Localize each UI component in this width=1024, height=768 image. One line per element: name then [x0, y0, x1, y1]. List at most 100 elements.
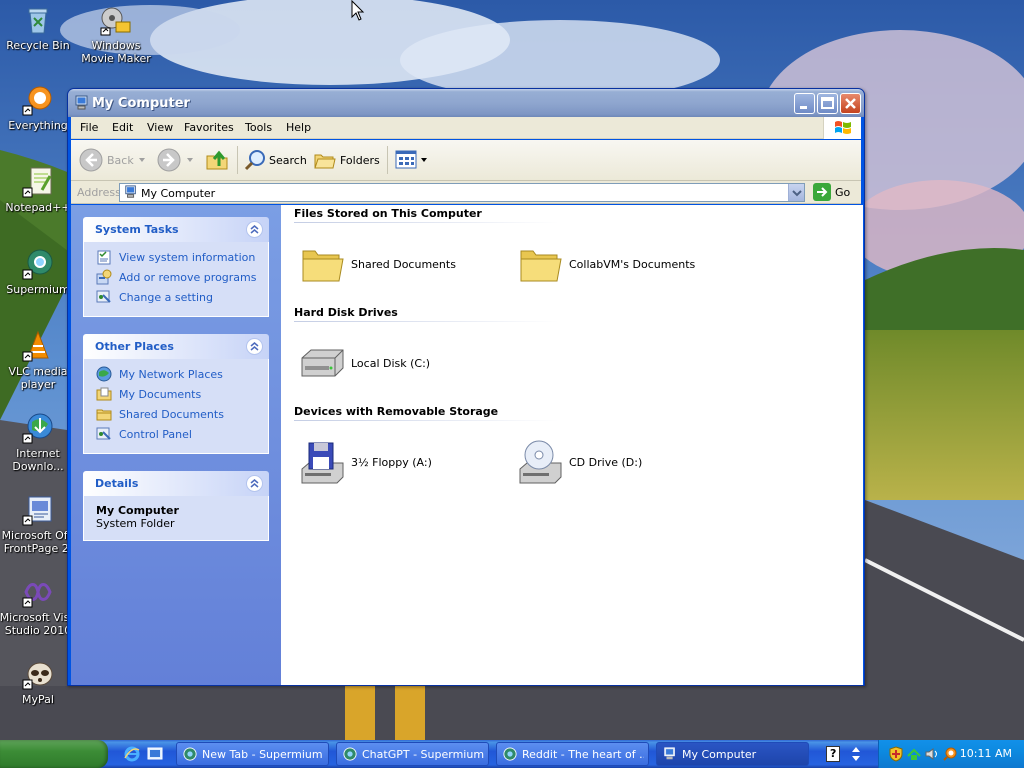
- group-divider: [294, 222, 559, 223]
- frontpage-icon: [22, 494, 54, 526]
- hard-disk-icon: [301, 349, 344, 377]
- menu-tools[interactable]: Tools: [245, 121, 272, 134]
- movie-maker-icon: [100, 4, 132, 36]
- item-cd-drive-d[interactable]: CD Drive (D:): [517, 439, 717, 487]
- other-places-panel: Other Places My Network Places My Docume…: [83, 334, 269, 454]
- item-shared-documents[interactable]: Shared Documents: [299, 241, 499, 289]
- collapse-button[interactable]: [246, 338, 263, 355]
- taskbar-item-my-computer[interactable]: My Computer: [656, 742, 809, 766]
- item-collabvms-documents[interactable]: CollabVM's Documents: [517, 241, 717, 289]
- group-divider: [294, 321, 559, 322]
- place-my-network-places[interactable]: My Network Places: [96, 365, 268, 385]
- supermium-icon: [343, 747, 357, 761]
- volume-icon[interactable]: [924, 746, 940, 762]
- menu-view[interactable]: View: [147, 121, 173, 134]
- menu-favorites[interactable]: Favorites: [184, 121, 234, 134]
- go-button[interactable]: Go: [811, 183, 857, 202]
- task-change-a-setting[interactable]: Change a setting: [96, 288, 268, 308]
- back-button[interactable]: Back: [79, 147, 149, 173]
- item-local-disk-c[interactable]: Local Disk (C:): [299, 340, 499, 388]
- my-computer-window: My Computer File Edit View Favorites Too…: [67, 88, 865, 686]
- toolbar-separator: [237, 146, 238, 174]
- views-icon: [395, 150, 417, 169]
- my-documents-icon: [96, 387, 112, 401]
- show-desktop-icon[interactable]: [147, 746, 163, 762]
- collapse-button[interactable]: [246, 475, 263, 492]
- add-remove-programs-icon: [96, 269, 112, 285]
- group-divider: [294, 420, 559, 421]
- supermium-icon: [22, 248, 54, 280]
- chevron-up-icon: [250, 479, 259, 488]
- scroll-arrows-icon[interactable]: [851, 744, 861, 764]
- chevron-down-icon: [792, 190, 802, 197]
- views-button[interactable]: [395, 147, 431, 173]
- up-folder-button[interactable]: [205, 147, 231, 173]
- network-icon[interactable]: [906, 746, 922, 762]
- mypal-icon: [22, 658, 54, 690]
- place-shared-documents[interactable]: Shared Documents: [96, 405, 268, 425]
- start-button[interactable]: [0, 740, 108, 768]
- taskbar-item-new-tab-supermium[interactable]: New Tab - Supermium: [176, 742, 329, 766]
- forward-arrow-icon: [157, 148, 181, 172]
- windows-flag-icon: [834, 121, 851, 134]
- menu-file[interactable]: File: [80, 121, 98, 134]
- task-pane: System Tasks View system information Add…: [71, 205, 281, 685]
- menu-bar: File Edit View Favorites Tools Help: [71, 117, 861, 139]
- standard-toolbar: Back Search Folders: [71, 140, 861, 181]
- help-button[interactable]: ?: [826, 746, 840, 762]
- folder-icon: [520, 250, 562, 282]
- details-header[interactable]: Details: [83, 471, 269, 496]
- clock[interactable]: 10:11 AM: [960, 747, 1012, 760]
- task-view-system-information[interactable]: View system information: [96, 248, 268, 268]
- address-dropdown-button[interactable]: [788, 184, 804, 201]
- up-folder-icon: [206, 150, 228, 170]
- network-places-icon: [96, 366, 112, 382]
- system-tasks-panel: System Tasks View system information Add…: [83, 217, 269, 317]
- control-panel-icon: [96, 290, 111, 303]
- search-button[interactable]: Search: [243, 147, 307, 173]
- folders-button[interactable]: Folders: [313, 147, 380, 173]
- place-my-documents[interactable]: My Documents: [96, 385, 268, 405]
- system-tasks-header[interactable]: System Tasks: [83, 217, 269, 242]
- menu-edit[interactable]: Edit: [112, 121, 133, 134]
- collapse-button[interactable]: [246, 221, 263, 238]
- chevron-down-icon: [139, 158, 145, 162]
- folder-icon: [302, 250, 344, 282]
- maximize-button[interactable]: [817, 93, 838, 114]
- title-bar[interactable]: My Computer: [68, 89, 864, 117]
- internet-download-manager-icon: [22, 412, 54, 444]
- content-area: Files Stored on This Computer Shared Doc…: [281, 205, 863, 685]
- mouse-cursor-icon: [351, 0, 365, 21]
- other-places-list: My Network Places My Documents Shared Do…: [83, 359, 269, 454]
- menu-help[interactable]: Help: [286, 121, 311, 134]
- vlc-icon: [22, 330, 54, 362]
- taskbar-item-chatgpt-supermium[interactable]: ChatGPT - Supermium: [336, 742, 489, 766]
- group-header-removable-storage: Devices with Removable Storage: [294, 405, 499, 418]
- everything-tray-icon[interactable]: [942, 746, 958, 762]
- security-shield-icon[interactable]: [888, 746, 904, 762]
- search-icon: [244, 150, 265, 171]
- other-places-header[interactable]: Other Places: [83, 334, 269, 359]
- forward-button[interactable]: [157, 147, 193, 173]
- desktop-icon-movie-maker[interactable]: Windows Movie Maker: [76, 4, 156, 65]
- details-item-name: My Computer: [96, 504, 179, 517]
- system-tray: 10:11 AM: [878, 740, 1024, 768]
- group-header-hard-disk-drives: Hard Disk Drives: [294, 306, 398, 319]
- group-header-files-stored: Files Stored on This Computer: [294, 207, 482, 220]
- task-add-remove-programs[interactable]: Add or remove programs: [96, 268, 268, 288]
- minimize-button[interactable]: [794, 93, 815, 114]
- address-bar: Address My Computer Go: [71, 181, 861, 204]
- address-input[interactable]: My Computer: [119, 183, 805, 202]
- my-computer-icon: [664, 747, 675, 760]
- close-button[interactable]: [840, 93, 861, 114]
- notepad-plus-plus-icon: [22, 166, 54, 198]
- chevron-down-icon: [421, 158, 427, 162]
- desktop-icon-recycle-bin[interactable]: Recycle Bin: [0, 4, 78, 52]
- item-floppy-a[interactable]: 3½ Floppy (A:): [299, 439, 499, 487]
- system-tasks-list: View system information Add or remove pr…: [83, 242, 269, 317]
- address-label: Address: [77, 186, 121, 199]
- internet-explorer-icon[interactable]: [124, 746, 140, 762]
- details-body: My Computer System Folder: [83, 496, 269, 541]
- place-control-panel[interactable]: Control Panel: [96, 425, 268, 445]
- taskbar-item-reddit-supermium[interactable]: Reddit - The heart of ...: [496, 742, 649, 766]
